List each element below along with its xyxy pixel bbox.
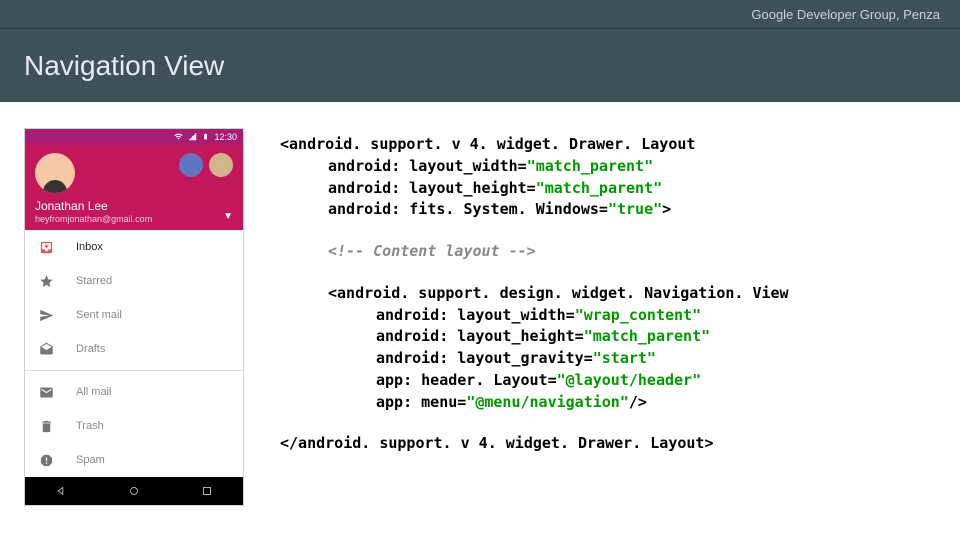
status-bar: 12:30	[25, 129, 243, 145]
code-comment: <!-- Content layout -->	[280, 241, 936, 263]
wifi-icon	[174, 132, 183, 141]
nav-item-allmail[interactable]: All mail	[25, 375, 243, 409]
code-line: <android. support. design. widget. Navig…	[280, 283, 936, 305]
signal-icon	[188, 132, 197, 141]
code-block: <android. support. v 4. widget. Drawer. …	[280, 128, 936, 506]
inbox-icon	[39, 240, 54, 255]
code-line: android: layout_gravity="start"	[280, 348, 936, 370]
mail-icon	[39, 385, 54, 400]
nav-item-trash[interactable]: Trash	[25, 409, 243, 443]
nav-label: Trash	[76, 420, 104, 432]
nav-item-drafts[interactable]: Drafts	[25, 332, 243, 366]
code-line: <android. support. v 4. widget. Drawer. …	[280, 134, 936, 156]
drawer-user-name: Jonathan Lee	[35, 199, 233, 213]
code-line: </android. support. v 4. widget. Drawer.…	[280, 433, 936, 455]
drawer-header: Jonathan Lee heyfromjonathan@gmail.com ▼	[25, 145, 243, 230]
avatar	[35, 153, 75, 193]
page-title: Navigation View	[24, 50, 224, 82]
status-time: 12:30	[214, 132, 237, 142]
nav-label: Inbox	[76, 241, 103, 253]
delete-icon	[39, 419, 54, 434]
code-line: android: layout_width="wrap_content"	[280, 305, 936, 327]
nav-divider	[25, 370, 243, 371]
nav-item-inbox[interactable]: Inbox	[25, 230, 243, 264]
top-bar-label: Google Developer Group, Penza	[751, 7, 940, 22]
drafts-icon	[39, 342, 54, 357]
nav-item-starred[interactable]: Starred	[25, 264, 243, 298]
drawer-user-email: heyfromjonathan@gmail.com	[35, 214, 233, 224]
code-line: android: layout_width="match_parent"	[280, 156, 936, 178]
nav-list: Inbox Starred Sent mail Drafts All mail	[25, 230, 243, 477]
nav-label: Spam	[76, 454, 105, 466]
nav-label: Drafts	[76, 343, 105, 355]
main-content: 12:30 Jonathan Lee heyfromjonathan@gmail…	[0, 102, 960, 532]
send-icon	[39, 308, 54, 323]
mini-avatar-1	[179, 153, 203, 177]
battery-icon	[202, 132, 209, 141]
phone-mockup: 12:30 Jonathan Lee heyfromjonathan@gmail…	[24, 128, 244, 506]
title-bar: Navigation View	[0, 28, 960, 102]
android-nav-bar	[25, 477, 243, 505]
nav-item-sent[interactable]: Sent mail	[25, 298, 243, 332]
mini-avatar-2	[209, 153, 233, 177]
recent-key-icon[interactable]	[200, 484, 214, 498]
nav-label: Sent mail	[76, 309, 122, 321]
code-line: android: fits. System. Windows="true">	[280, 199, 936, 221]
star-icon	[39, 274, 54, 289]
code-line: android: layout_height="match_parent"	[280, 178, 936, 200]
code-line: app: menu="@menu/navigation"/>	[280, 392, 936, 414]
top-bar: Google Developer Group, Penza	[0, 0, 960, 28]
nav-label: All mail	[76, 386, 111, 398]
chevron-down-icon[interactable]: ▼	[223, 211, 233, 222]
report-icon	[39, 453, 54, 468]
code-line: android: layout_height="match_parent"	[280, 326, 936, 348]
nav-item-spam[interactable]: Spam	[25, 443, 243, 477]
code-line: app: header. Layout="@layout/header"	[280, 370, 936, 392]
mini-avatars	[179, 153, 233, 177]
nav-label: Starred	[76, 275, 112, 287]
back-key-icon[interactable]	[54, 484, 68, 498]
home-key-icon[interactable]	[127, 484, 141, 498]
